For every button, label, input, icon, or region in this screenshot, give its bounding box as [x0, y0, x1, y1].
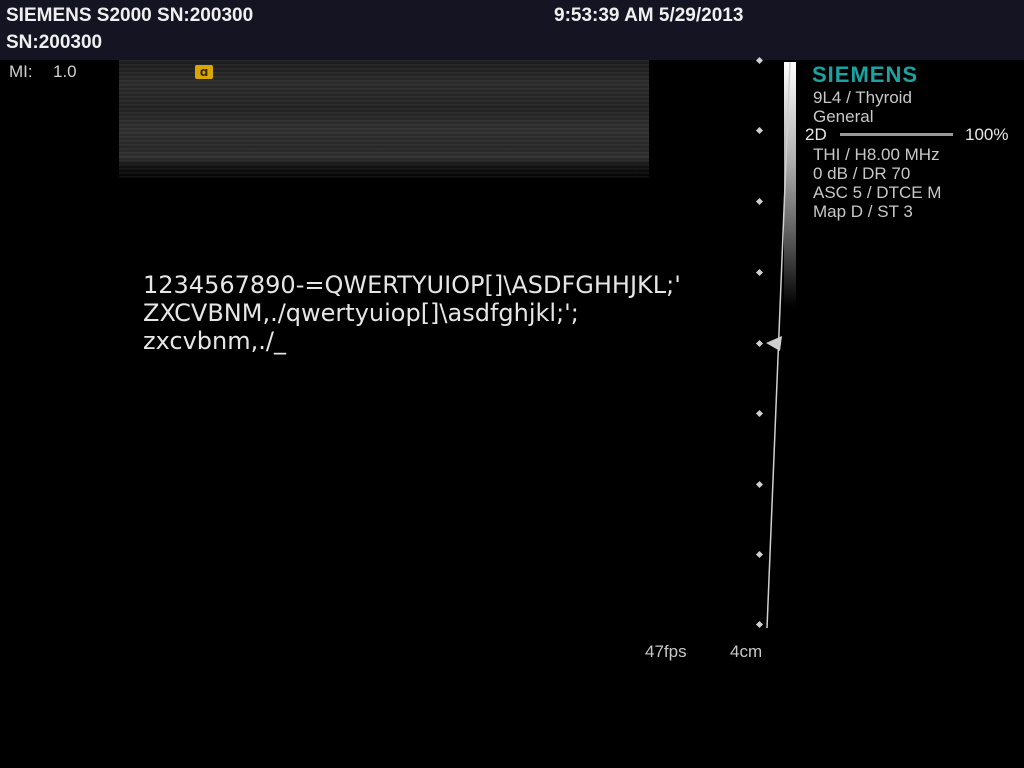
transducer-label: 9L4 / Thyroid [813, 88, 912, 107]
preset-label: General [813, 107, 874, 126]
frame-rate: 47fps [645, 642, 687, 661]
param-gain: 0 dB / DR 70 [813, 164, 911, 183]
param-thi: THI / H8.00 MHz [813, 145, 940, 164]
param-asc: ASC 5 / DTCE M [813, 183, 942, 202]
depth-label: 4cm [730, 642, 763, 661]
brand-logo: SIEMENS [812, 62, 919, 87]
mode-label: 2D [805, 125, 827, 144]
mode-level-bar [840, 133, 953, 136]
focus-arrow-icon [766, 336, 782, 351]
param-map: Map D / ST 3 [813, 202, 913, 221]
mode-percent: 100% [965, 125, 1009, 144]
